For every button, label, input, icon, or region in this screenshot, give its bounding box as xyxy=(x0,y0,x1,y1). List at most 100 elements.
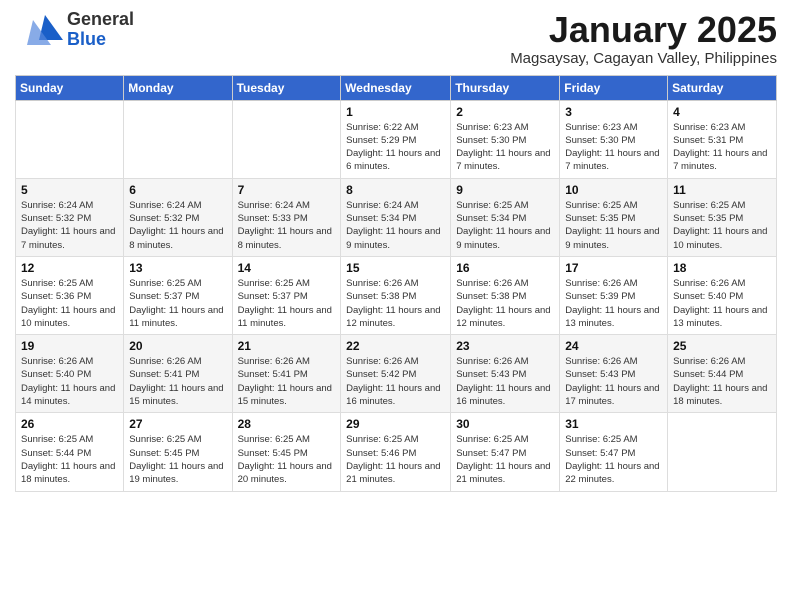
day-header-sunday: Sunday xyxy=(16,75,124,100)
calendar-cell: 10Sunrise: 6:25 AM Sunset: 5:35 PM Dayli… xyxy=(560,178,668,256)
day-header-monday: Monday xyxy=(124,75,232,100)
day-info: Sunrise: 6:26 AM Sunset: 5:38 PM Dayligh… xyxy=(346,277,445,330)
calendar-cell: 9 Sunrise: 6:25 AM Sunset: 5:34 PM Daylig… xyxy=(451,178,560,256)
day-info: Sunrise: 6:23 AM Sunset: 5:30 PM Dayligh… xyxy=(565,121,662,174)
day-number: 23 xyxy=(456,339,554,353)
day-info: Sunrise: 6:24 AM Sunset: 5:34 PM Dayligh… xyxy=(346,199,445,252)
week-row-2: 5 Sunrise: 6:24 AM Sunset: 5:32 PM Daylig… xyxy=(16,178,777,256)
day-info: Sunrise: 6:25 AM Sunset: 5:37 PM Dayligh… xyxy=(238,277,336,330)
calendar-cell: 29 Sunrise: 6:25 AM Sunset: 5:46 PM Dayli… xyxy=(341,413,451,491)
day-info: Sunrise: 6:26 AM Sunset: 5:43 PM Dayligh… xyxy=(456,355,554,408)
logo-text: General Blue xyxy=(67,10,134,50)
day-info: Sunrise: 6:26 AM Sunset: 5:44 PM Dayligh… xyxy=(673,355,771,408)
day-info: Sunrise: 6:26 AM Sunset: 5:38 PM Dayligh… xyxy=(456,277,554,330)
calendar-cell: 31 Sunrise: 6:25 AM Sunset: 5:47 PM Dayli… xyxy=(560,413,668,491)
day-number: 24 xyxy=(565,339,662,353)
day-header-saturday: Saturday xyxy=(668,75,777,100)
calendar-cell: 3 Sunrise: 6:23 AM Sunset: 5:30 PM Daylig… xyxy=(560,100,668,178)
day-info: Sunrise: 6:23 AM Sunset: 5:30 PM Dayligh… xyxy=(456,121,554,174)
day-number: 20 xyxy=(129,339,226,353)
day-number: 8 xyxy=(346,183,445,197)
calendar-cell: 21 Sunrise: 6:26 AM Sunset: 5:41 PM Dayli… xyxy=(232,335,341,413)
day-info: Sunrise: 6:25 AM Sunset: 5:45 PM Dayligh… xyxy=(238,433,336,486)
day-number: 14 xyxy=(238,261,336,275)
day-number: 16 xyxy=(456,261,554,275)
day-info: Sunrise: 6:25 AM Sunset: 5:35 PM Dayligh… xyxy=(565,199,662,252)
logo-icon xyxy=(15,10,63,50)
calendar-header-row: SundayMondayTuesdayWednesdayThursdayFrid… xyxy=(16,75,777,100)
title-block: January 2025 Magsaysay, Cagayan Valley, … xyxy=(510,10,777,67)
day-info: Sunrise: 6:25 AM Sunset: 5:47 PM Dayligh… xyxy=(565,433,662,486)
day-number: 18 xyxy=(673,261,771,275)
day-info: Sunrise: 6:26 AM Sunset: 5:41 PM Dayligh… xyxy=(129,355,226,408)
calendar-cell: 1 Sunrise: 6:22 AM Sunset: 5:29 PM Daylig… xyxy=(341,100,451,178)
day-info: Sunrise: 6:26 AM Sunset: 5:40 PM Dayligh… xyxy=(21,355,118,408)
day-number: 17 xyxy=(565,261,662,275)
calendar-cell: 27Sunrise: 6:25 AM Sunset: 5:45 PM Dayli… xyxy=(124,413,232,491)
day-number: 12 xyxy=(21,261,118,275)
day-number: 9 xyxy=(456,183,554,197)
day-number: 15 xyxy=(346,261,445,275)
day-number: 1 xyxy=(346,105,445,119)
calendar-cell: 20 Sunrise: 6:26 AM Sunset: 5:41 PM Dayli… xyxy=(124,335,232,413)
day-number: 5 xyxy=(21,183,118,197)
calendar-cell xyxy=(16,100,124,178)
day-info: Sunrise: 6:26 AM Sunset: 5:39 PM Dayligh… xyxy=(565,277,662,330)
day-number: 27 xyxy=(129,417,226,431)
calendar-cell: 24Sunrise: 6:26 AM Sunset: 5:43 PM Dayli… xyxy=(560,335,668,413)
day-info: Sunrise: 6:26 AM Sunset: 5:40 PM Dayligh… xyxy=(673,277,771,330)
month-title: January 2025 xyxy=(510,10,777,50)
day-info: Sunrise: 6:22 AM Sunset: 5:29 PM Dayligh… xyxy=(346,121,445,174)
calendar-cell: 13Sunrise: 6:25 AM Sunset: 5:37 PM Dayli… xyxy=(124,256,232,334)
day-header-friday: Friday xyxy=(560,75,668,100)
day-number: 21 xyxy=(238,339,336,353)
calendar-cell: 12 Sunrise: 6:25 AM Sunset: 5:36 PM Dayli… xyxy=(16,256,124,334)
day-header-tuesday: Tuesday xyxy=(232,75,341,100)
calendar-cell: 14 Sunrise: 6:25 AM Sunset: 5:37 PM Dayli… xyxy=(232,256,341,334)
day-info: Sunrise: 6:25 AM Sunset: 5:46 PM Dayligh… xyxy=(346,433,445,486)
day-info: Sunrise: 6:25 AM Sunset: 5:47 PM Dayligh… xyxy=(456,433,554,486)
week-row-1: 1 Sunrise: 6:22 AM Sunset: 5:29 PM Daylig… xyxy=(16,100,777,178)
day-header-thursday: Thursday xyxy=(451,75,560,100)
logo-blue: Blue xyxy=(67,30,134,50)
day-number: 31 xyxy=(565,417,662,431)
location-subtitle: Magsaysay, Cagayan Valley, Philippines xyxy=(510,50,777,67)
calendar-cell xyxy=(668,413,777,491)
calendar-cell: 11 Sunrise: 6:25 AM Sunset: 5:35 PM Dayli… xyxy=(668,178,777,256)
day-info: Sunrise: 6:25 AM Sunset: 5:36 PM Dayligh… xyxy=(21,277,118,330)
day-info: Sunrise: 6:25 AM Sunset: 5:34 PM Dayligh… xyxy=(456,199,554,252)
day-number: 25 xyxy=(673,339,771,353)
logo-general: General xyxy=(67,10,134,30)
calendar-table: SundayMondayTuesdayWednesdayThursdayFrid… xyxy=(15,75,777,492)
day-number: 19 xyxy=(21,339,118,353)
calendar-cell: 26Sunrise: 6:25 AM Sunset: 5:44 PM Dayli… xyxy=(16,413,124,491)
calendar-cell: 19 Sunrise: 6:26 AM Sunset: 5:40 PM Dayli… xyxy=(16,335,124,413)
day-number: 29 xyxy=(346,417,445,431)
logo: General Blue xyxy=(15,10,134,50)
day-number: 6 xyxy=(129,183,226,197)
calendar-cell: 7 Sunrise: 6:24 AM Sunset: 5:33 PM Daylig… xyxy=(232,178,341,256)
calendar-cell: 28 Sunrise: 6:25 AM Sunset: 5:45 PM Dayli… xyxy=(232,413,341,491)
day-info: Sunrise: 6:24 AM Sunset: 5:32 PM Dayligh… xyxy=(21,199,118,252)
calendar-cell: 25 Sunrise: 6:26 AM Sunset: 5:44 PM Dayli… xyxy=(668,335,777,413)
calendar-cell: 30Sunrise: 6:25 AM Sunset: 5:47 PM Dayli… xyxy=(451,413,560,491)
day-info: Sunrise: 6:25 AM Sunset: 5:44 PM Dayligh… xyxy=(21,433,118,486)
calendar-cell: 18 Sunrise: 6:26 AM Sunset: 5:40 PM Dayli… xyxy=(668,256,777,334)
day-info: Sunrise: 6:24 AM Sunset: 5:33 PM Dayligh… xyxy=(238,199,336,252)
day-info: Sunrise: 6:23 AM Sunset: 5:31 PM Dayligh… xyxy=(673,121,771,174)
calendar-cell: 4 Sunrise: 6:23 AM Sunset: 5:31 PM Daylig… xyxy=(668,100,777,178)
week-row-5: 26Sunrise: 6:25 AM Sunset: 5:44 PM Dayli… xyxy=(16,413,777,491)
day-info: Sunrise: 6:26 AM Sunset: 5:41 PM Dayligh… xyxy=(238,355,336,408)
day-info: Sunrise: 6:25 AM Sunset: 5:35 PM Dayligh… xyxy=(673,199,771,252)
calendar-cell: 2Sunrise: 6:23 AM Sunset: 5:30 PM Daylig… xyxy=(451,100,560,178)
day-number: 4 xyxy=(673,105,771,119)
day-number: 7 xyxy=(238,183,336,197)
calendar-cell: 22Sunrise: 6:26 AM Sunset: 5:42 PM Dayli… xyxy=(341,335,451,413)
calendar-cell: 6Sunrise: 6:24 AM Sunset: 5:32 PM Daylig… xyxy=(124,178,232,256)
day-number: 3 xyxy=(565,105,662,119)
day-number: 28 xyxy=(238,417,336,431)
calendar-cell: 23 Sunrise: 6:26 AM Sunset: 5:43 PM Dayli… xyxy=(451,335,560,413)
calendar-cell: 15 Sunrise: 6:26 AM Sunset: 5:38 PM Dayli… xyxy=(341,256,451,334)
calendar-cell xyxy=(232,100,341,178)
day-number: 11 xyxy=(673,183,771,197)
